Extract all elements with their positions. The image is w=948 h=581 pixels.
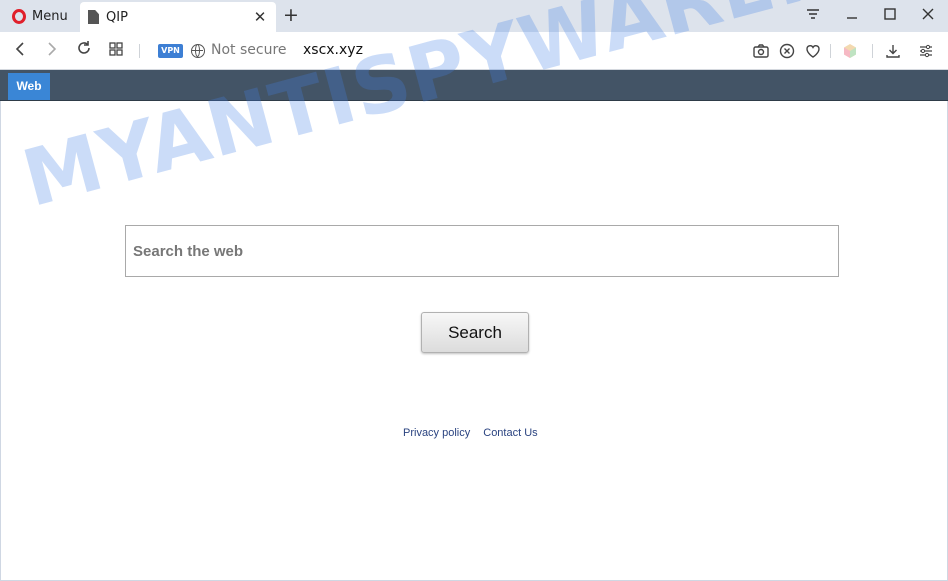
tab-title: QIP — [106, 9, 128, 25]
tab-bar: Menu QIP ✕ + — [0, 0, 948, 32]
address-bar: VPN Not secure xscx.xyz — [0, 32, 948, 70]
tab-menu-icon[interactable] — [801, 5, 825, 27]
camera-icon[interactable] — [752, 42, 770, 60]
easy-setup-icon[interactable] — [917, 42, 935, 60]
divider — [139, 44, 140, 58]
browser-window: Menu QIP ✕ + VPN Not secure xscx.xyz Web… — [0, 0, 948, 581]
maximize-button[interactable] — [878, 5, 902, 27]
url-text[interactable]: xscx.xyz — [303, 42, 363, 58]
speed-dial-icon[interactable] — [105, 40, 127, 62]
privacy-policy-link[interactable]: Privacy policy — [403, 427, 470, 439]
adblock-icon[interactable] — [778, 42, 796, 60]
vpn-badge[interactable]: VPN — [158, 44, 183, 58]
divider — [830, 44, 831, 58]
reload-button[interactable] — [73, 40, 95, 62]
document-icon — [88, 10, 99, 24]
menu-label: Menu — [32, 8, 68, 24]
footer-links: Privacy policy Contact Us — [403, 427, 538, 439]
download-icon[interactable] — [884, 42, 902, 60]
web-tab[interactable]: Web — [8, 73, 50, 100]
contact-us-link[interactable]: Contact Us — [483, 427, 537, 439]
search-button[interactable]: Search — [421, 312, 529, 353]
heart-icon[interactable] — [804, 42, 822, 60]
back-button[interactable] — [9, 40, 31, 62]
close-window-button[interactable] — [916, 5, 940, 27]
minimize-button[interactable] — [840, 5, 864, 27]
page-content: Search Privacy policy Contact Us — [0, 101, 948, 581]
new-tab-button[interactable]: + — [281, 4, 301, 28]
tab-close-icon[interactable]: ✕ — [252, 8, 268, 26]
opera-logo-icon — [12, 8, 26, 24]
security-label[interactable]: Not secure — [211, 42, 287, 58]
forward-button[interactable] — [41, 40, 63, 62]
tab-active[interactable]: QIP ✕ — [80, 2, 276, 32]
extension-cube-icon[interactable] — [841, 42, 859, 60]
divider — [872, 44, 873, 58]
search-input[interactable] — [125, 225, 839, 277]
page-navigation-strip: Web — [0, 70, 948, 101]
opera-menu-button[interactable]: Menu — [6, 4, 74, 28]
globe-icon[interactable] — [191, 44, 205, 58]
